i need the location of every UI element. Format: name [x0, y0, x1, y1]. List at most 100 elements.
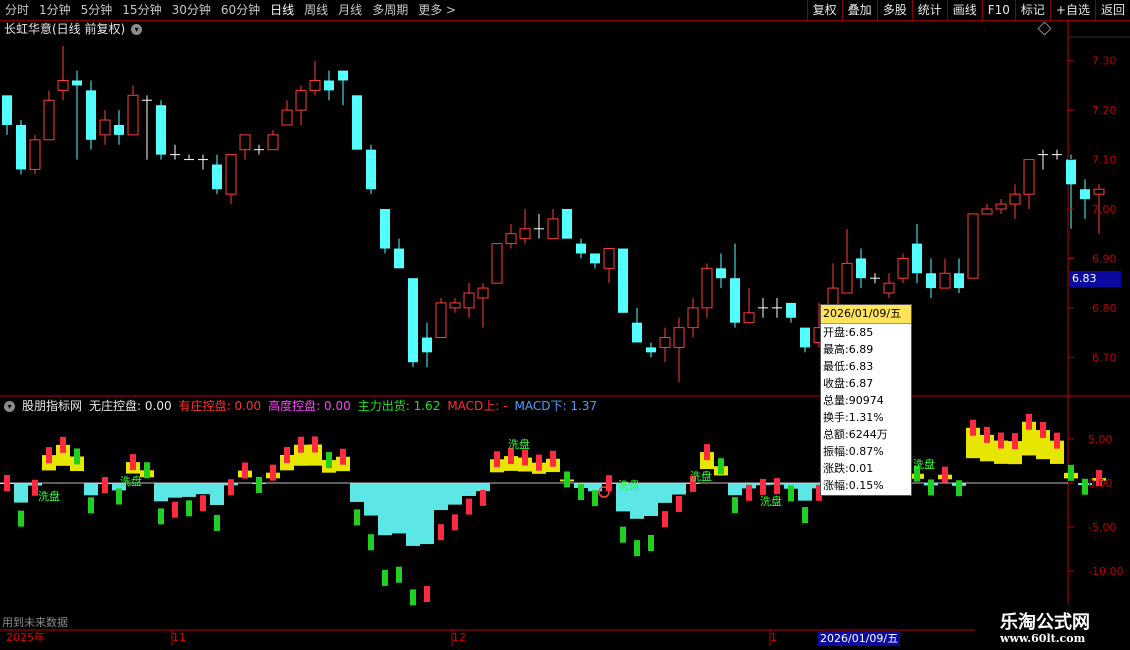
candle-17: [239, 134, 251, 160]
signal-bar-21: [298, 436, 304, 453]
candle-body: [701, 267, 713, 309]
candle-body: [2, 95, 12, 125]
candle-body: [883, 282, 895, 294]
candle-77: [1080, 179, 1090, 219]
signal-bar-71: [998, 432, 1004, 449]
histogram-bar-13: [182, 483, 196, 497]
signal-bar-10: [144, 462, 150, 479]
candle-body: [366, 149, 376, 190]
tooltip-row-8: 涨跌:0.01: [823, 462, 874, 475]
candle-66: [926, 258, 936, 298]
candle-25: [352, 95, 362, 150]
wash-marker-2: 洗盘: [508, 437, 530, 451]
candle-body: [239, 134, 251, 151]
signal-bar-3: [46, 447, 52, 464]
histogram-bar-31: [434, 483, 448, 511]
candle-4: [57, 45, 69, 101]
signal-bar-40: [564, 471, 570, 488]
candle-body: [562, 209, 572, 239]
candle-26: [366, 144, 376, 195]
wash-marker-3: 洗盘: [618, 478, 640, 492]
candle-50: [701, 263, 713, 318]
signal-bar-6: [88, 497, 94, 514]
signal-bar-4: [60, 436, 66, 453]
price-label-3: 7.00: [1092, 203, 1117, 216]
date-cursor-label: 2026/01/09/五: [818, 631, 901, 646]
candle-41: [576, 238, 586, 259]
signal-bar-25: [354, 509, 360, 526]
histogram-bar-25: [350, 483, 364, 502]
candle-63: [883, 273, 895, 298]
candle-42: [590, 253, 600, 269]
candle-52: [730, 243, 740, 328]
signal-bar-34: [480, 489, 486, 506]
candle-22: [309, 60, 321, 96]
candle-13: [184, 154, 194, 161]
candle-body: [156, 105, 166, 155]
signal-bar-32: [452, 514, 458, 531]
brand-url: www.60lt.com: [1000, 632, 1086, 645]
future-data-note: 用到未来数据: [2, 616, 68, 629]
candle-body: [547, 218, 559, 240]
signal-bar-57: [802, 507, 808, 524]
candle-44: [618, 248, 628, 313]
candle-body: [43, 99, 55, 141]
candle-body: [225, 154, 237, 195]
candle-body: [86, 90, 96, 140]
chevron-down-icon[interactable]: ▾: [4, 400, 15, 412]
signal-bar-17: [242, 462, 248, 479]
tooltip-row-7: 振幅:0.87%: [823, 445, 884, 458]
candle-71: [995, 199, 1007, 214]
signal-bar-37: [522, 449, 528, 466]
candle-body: [57, 79, 69, 91]
signal-bar-23: [326, 452, 332, 469]
histogram-bar-6: [84, 483, 98, 496]
candle-53: [743, 288, 755, 324]
candle-body: [786, 302, 796, 318]
candle-body: [16, 124, 26, 170]
candle-body: [29, 139, 41, 170]
signal-bar-28: [396, 566, 402, 583]
candle-14: [198, 154, 208, 170]
date-label-1: 11: [172, 631, 186, 644]
histogram-bar-57: [798, 483, 812, 501]
histogram-bar-12: [168, 483, 182, 498]
candle-68: [954, 258, 964, 294]
candle-body: [659, 337, 671, 348]
candle-body: [939, 272, 951, 289]
candle-69: [967, 213, 979, 279]
tooltip-row-3: 收盘:6.87: [823, 377, 874, 390]
candle-body: [618, 248, 628, 313]
price-label-6: 6.70: [1092, 351, 1117, 364]
candle-65: [912, 223, 922, 284]
signal-bar-55: [774, 478, 780, 495]
candle-body: [954, 273, 964, 289]
candle-3: [43, 90, 55, 141]
signal-bar-54: [760, 478, 766, 495]
histogram-bar-11: [154, 483, 168, 502]
date-label-3: 1: [770, 631, 777, 644]
candle-15: [212, 154, 222, 195]
candle-body: [114, 124, 124, 135]
signal-bar-18: [256, 476, 262, 493]
candle-21: [295, 85, 307, 125]
price-label-5: 6.80: [1092, 302, 1117, 315]
signal-bar-26: [368, 534, 374, 551]
candle-body: [519, 228, 531, 240]
indicator-name: 股朋指标网: [22, 399, 83, 413]
signal-bar-67: [942, 466, 948, 483]
signal-bar-5: [74, 448, 80, 465]
candle-73: [1023, 159, 1035, 209]
kline-chart[interactable]: 洗盘洗盘洗盘洗盘洗盘洗盘洗盘 7.307.207.107.006.906.806…: [0, 0, 1130, 650]
candle-1: [16, 120, 26, 175]
candle-body: [477, 287, 489, 299]
ind-label-3: -10.00: [1088, 565, 1123, 578]
candle-body: [743, 312, 755, 324]
candle-31: [435, 297, 447, 339]
candle-0: [2, 95, 12, 135]
candle-47: [659, 327, 671, 363]
current-price-tag: 6.83: [1069, 271, 1121, 287]
signal-bar-13: [186, 500, 192, 517]
tooltip-row-5: 换手:1.31%: [823, 411, 884, 424]
candle-67: [939, 258, 951, 289]
